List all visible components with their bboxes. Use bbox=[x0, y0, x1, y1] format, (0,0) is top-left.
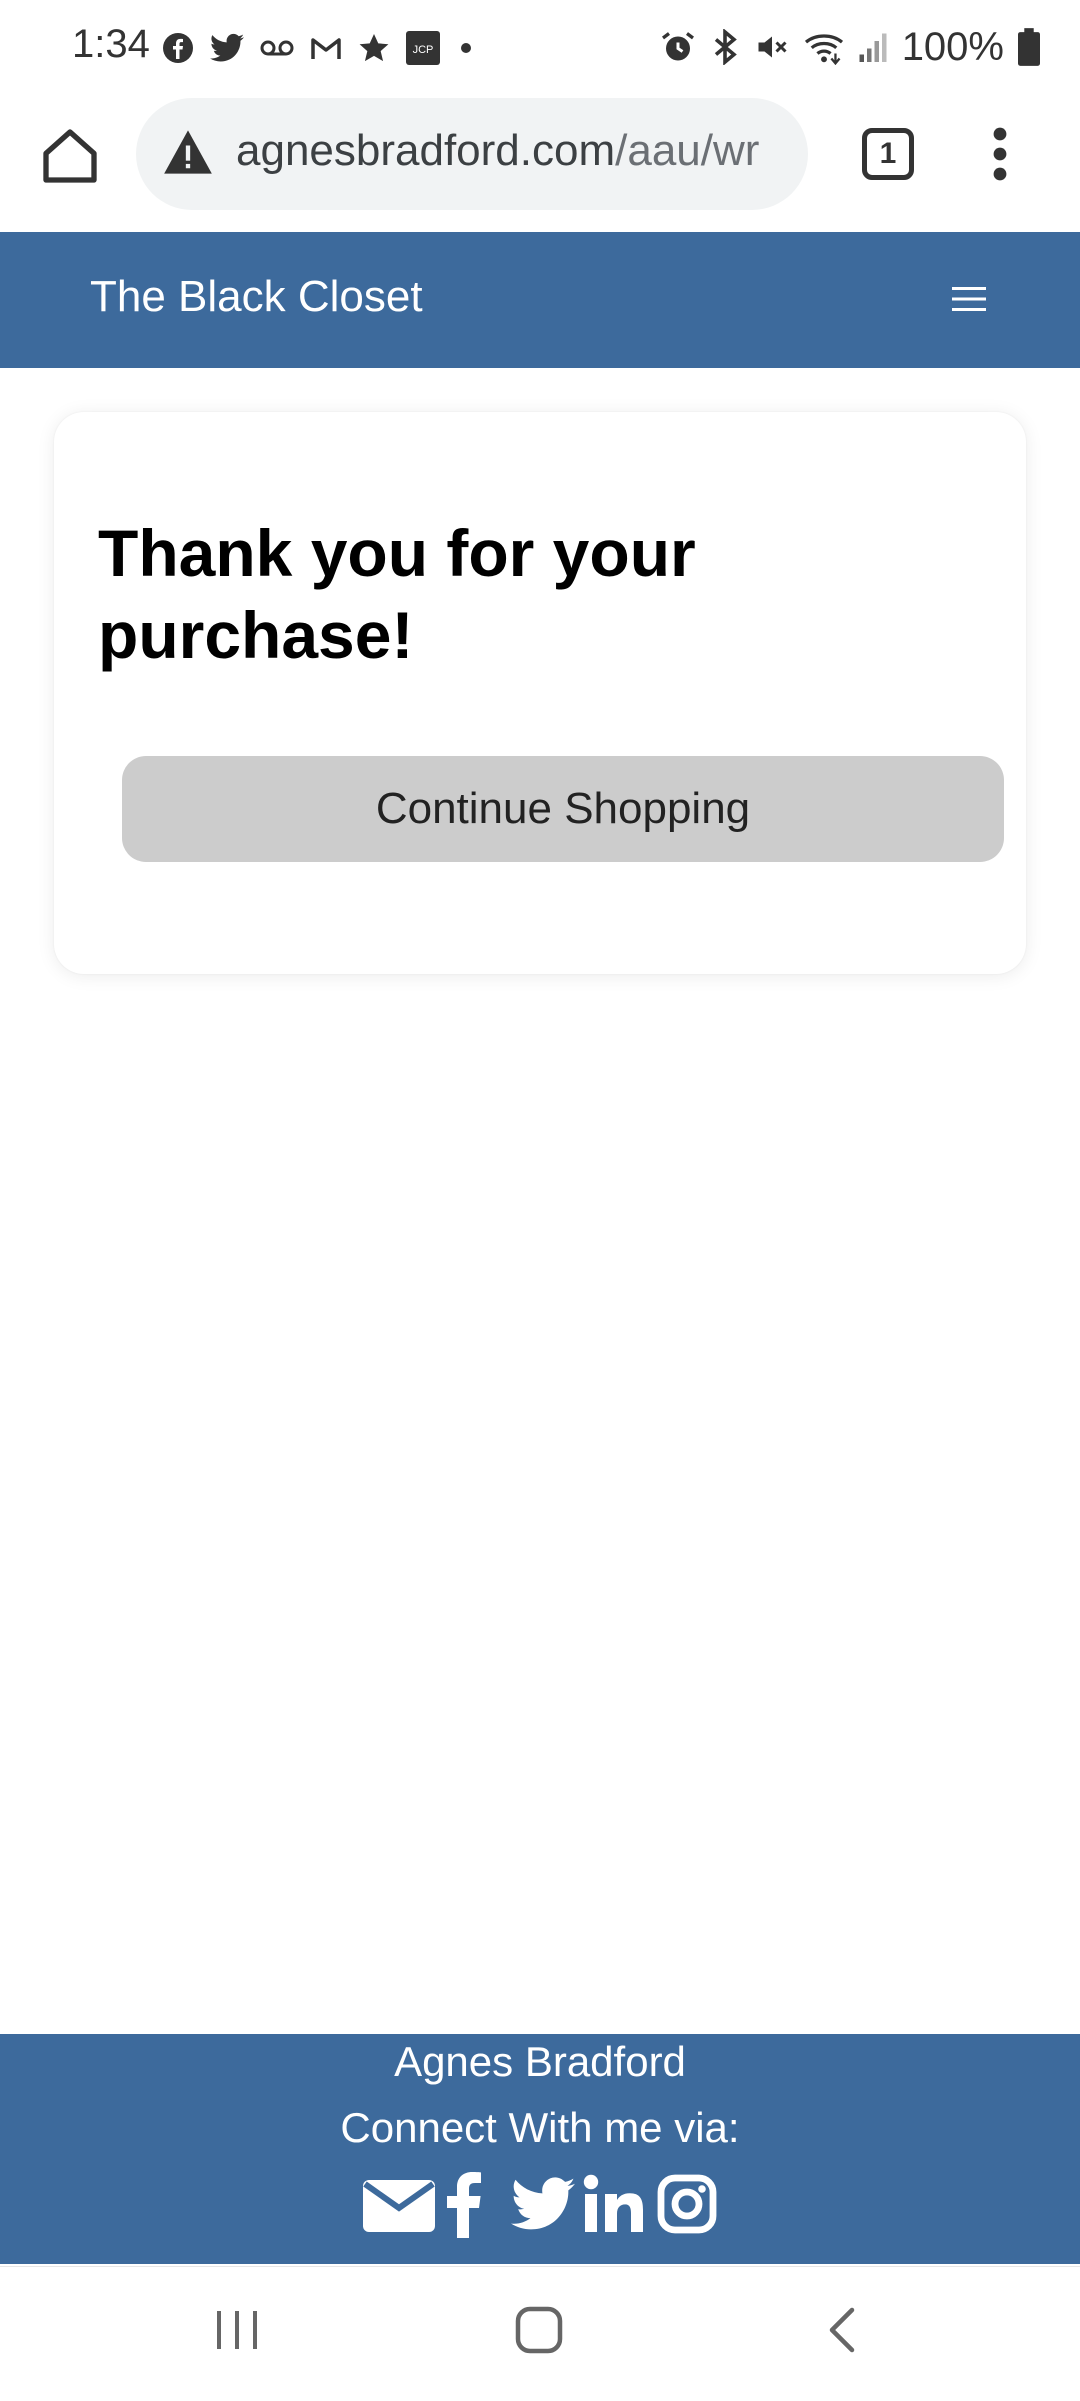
hamburger-menu-icon[interactable] bbox=[950, 284, 988, 314]
url-domain: agnesbradford.com bbox=[236, 126, 616, 175]
notification-icons: JCP bbox=[162, 26, 476, 70]
social-links bbox=[0, 2166, 1080, 2242]
twitter-icon bbox=[210, 33, 244, 63]
tab-switcher-button[interactable]: 1 bbox=[862, 128, 914, 180]
jcp-icon: JCP bbox=[406, 31, 440, 65]
star-icon bbox=[358, 32, 390, 64]
home-icon[interactable] bbox=[514, 2305, 564, 2355]
more-options-icon[interactable] bbox=[980, 122, 1020, 186]
url-text[interactable]: agnesbradford.com/aau/wr bbox=[236, 126, 796, 176]
twitter-icon[interactable] bbox=[511, 2177, 575, 2231]
system-navigation-bar bbox=[0, 2266, 1080, 2401]
recent-apps-icon[interactable] bbox=[214, 2307, 260, 2353]
facebook-icon[interactable] bbox=[443, 2170, 483, 2238]
home-icon[interactable] bbox=[34, 120, 106, 192]
dot-icon bbox=[456, 38, 476, 58]
browser-toolbar: agnesbradford.com/aau/wr 1 bbox=[0, 92, 1080, 232]
url-path: /aau/wr bbox=[615, 126, 760, 175]
address-bar[interactable]: agnesbradford.com/aau/wr bbox=[136, 98, 808, 210]
battery-percent: 100% bbox=[901, 24, 1004, 69]
email-icon[interactable] bbox=[363, 2175, 435, 2233]
footer-name: Agnes Bradford bbox=[394, 2038, 686, 2085]
bluetooth-icon bbox=[710, 29, 740, 65]
gmail-icon bbox=[310, 35, 342, 61]
site-brand[interactable]: The Black Closet bbox=[90, 272, 423, 322]
voicemail-icon bbox=[260, 38, 294, 58]
linkedin-icon[interactable] bbox=[583, 2174, 649, 2234]
facebook-icon bbox=[162, 32, 194, 64]
status-time: 1:34 bbox=[72, 22, 150, 66]
system-status-icons: 100% bbox=[660, 22, 1040, 72]
status-bar: 1:34 JCP 100% bbox=[0, 0, 1080, 92]
wifi-icon bbox=[804, 29, 844, 65]
warning-icon[interactable] bbox=[162, 126, 214, 178]
mute-icon bbox=[754, 29, 790, 65]
site-navbar: The Black Closet bbox=[0, 232, 1080, 368]
continue-shopping-button[interactable]: Continue Shopping bbox=[122, 756, 1004, 862]
footer-connect-label: Connect With me via: bbox=[340, 2104, 740, 2151]
instagram-icon[interactable] bbox=[657, 2174, 717, 2234]
battery-icon bbox=[1018, 28, 1040, 66]
confirmation-card: Thank you for your purchase! Continue Sh… bbox=[54, 412, 1026, 974]
jcp-label: JCP bbox=[413, 44, 434, 56]
page-title: Thank you for your purchase! bbox=[98, 516, 696, 672]
site-footer: Agnes Bradford Connect With me via: bbox=[0, 2034, 1080, 2264]
alarm-icon bbox=[660, 29, 696, 65]
back-icon[interactable] bbox=[822, 2305, 862, 2355]
signal-icon bbox=[858, 30, 888, 64]
